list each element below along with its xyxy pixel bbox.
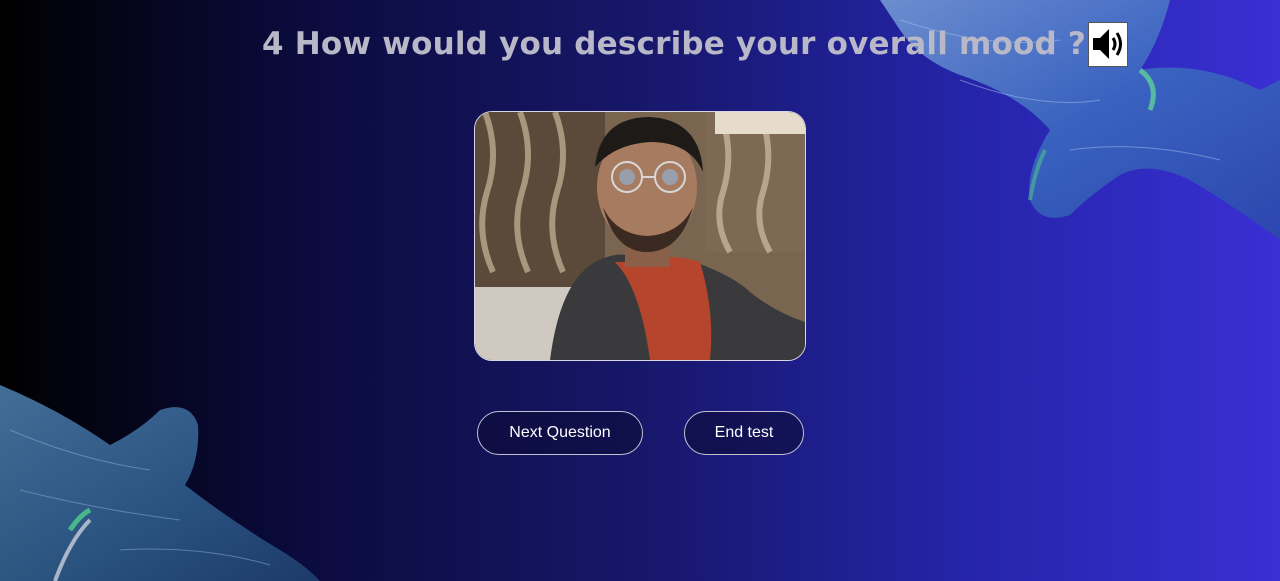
webcam-feed — [474, 111, 806, 361]
decorative-shape-bottom-left — [0, 385, 320, 581]
question-text: How would you describe your overall mood… — [294, 26, 1087, 62]
question-spacer — [284, 26, 295, 62]
speaker-volume-icon — [1093, 29, 1123, 59]
end-test-button[interactable]: End test — [684, 411, 804, 455]
next-question-button[interactable]: Next Question — [477, 411, 643, 455]
speak-question-button[interactable] — [1088, 21, 1129, 67]
webcam-video-image — [475, 112, 805, 360]
question-number: 4 — [262, 26, 284, 62]
question-header: 4 How would you describe your overall mo… — [262, 21, 1129, 67]
